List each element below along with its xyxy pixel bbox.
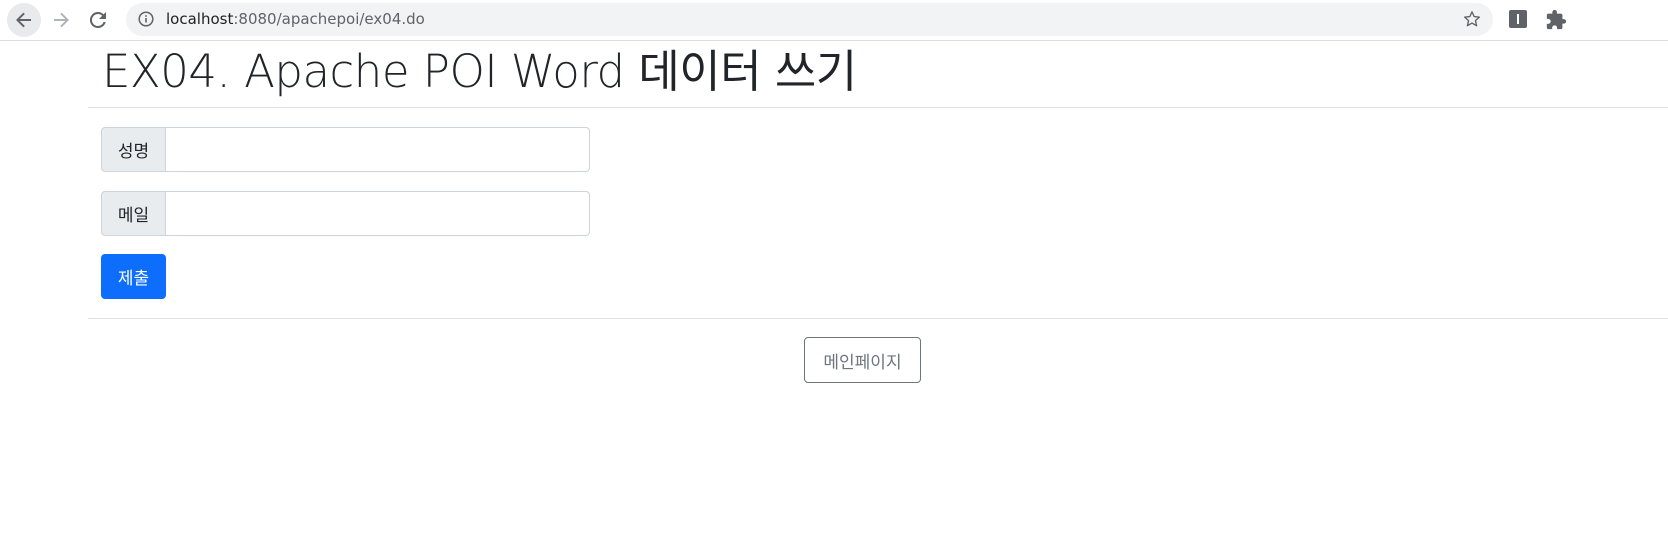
main-page-button[interactable]: 메인페이지 [804,337,921,383]
name-input[interactable] [166,127,590,172]
url-text[interactable]: localhost:8080/apachepoi/ex04.do [166,10,425,28]
name-input-group: 성명 [101,127,590,172]
url-path: :8080/apachepoi/ex04.do [233,10,425,28]
info-icon[interactable] [138,11,154,27]
back-arrow-icon [16,12,31,28]
star-icon[interactable] [1463,10,1481,28]
browser-toolbar: localhost:8080/apachepoi/ex04.do [0,0,1668,41]
email-input-group: 메일 [101,191,590,236]
address-bar[interactable]: localhost:8080/apachepoi/ex04.do [126,3,1493,36]
page-title: EX04. Apache POI Word 데이터 쓰기 [102,45,857,98]
reload-icon [89,11,106,28]
back-button[interactable] [7,3,41,37]
email-input[interactable] [166,191,590,236]
reload-button[interactable] [81,3,115,37]
footer-divider [88,318,1668,319]
submit-button[interactable]: 제출 [101,254,166,299]
url-host: localhost [166,10,234,28]
forward-button[interactable] [44,3,78,37]
extension-icon[interactable] [1508,9,1528,29]
forward-arrow-icon [54,12,69,28]
name-label: 성명 [101,127,166,172]
puzzle-icon[interactable] [1545,9,1567,31]
email-label: 메일 [101,191,166,236]
title-divider [88,107,1668,108]
